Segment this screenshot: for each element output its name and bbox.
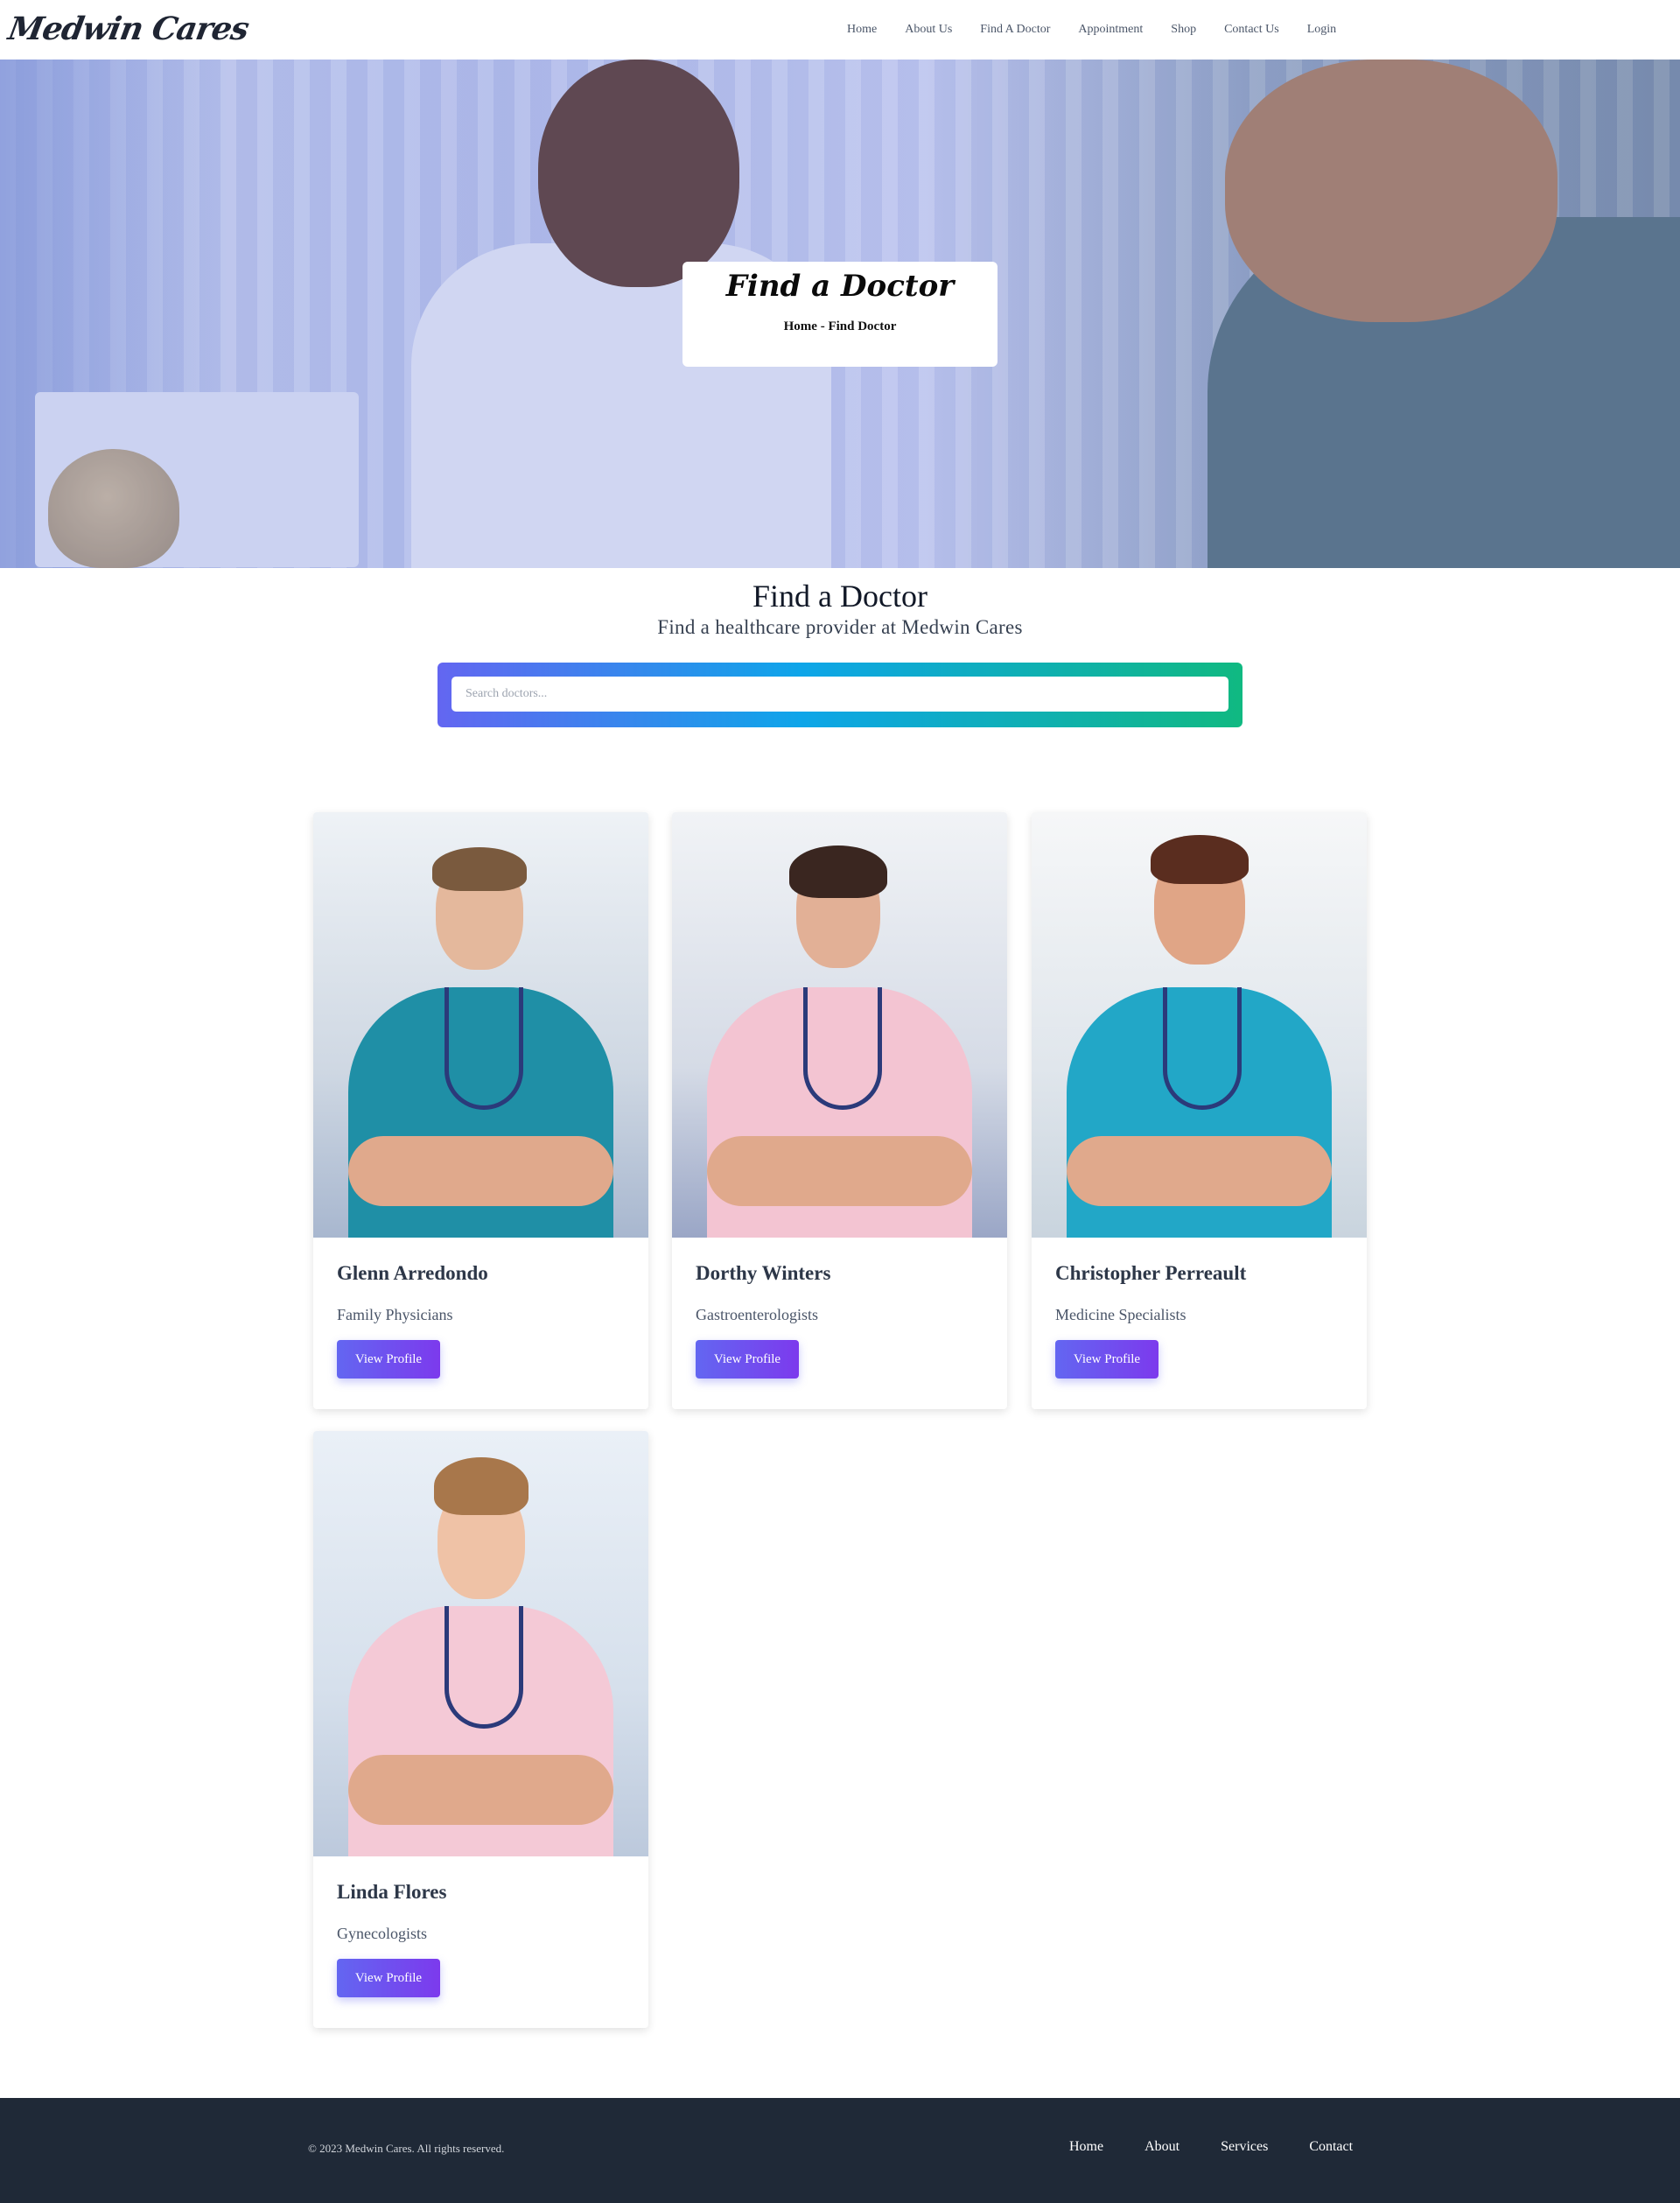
doctor-card: Glenn Arredondo Family Physicians View P… xyxy=(313,812,648,1409)
doctor-name: Glenn Arredondo xyxy=(337,1262,488,1284)
footer-nav: Home About Services Contact xyxy=(1069,2139,1394,2155)
hero-title-card: Find a Doctor Home - Find Doctor xyxy=(682,262,998,367)
doctor-name: Linda Flores xyxy=(337,1881,447,1903)
find-doctor-intro: Find a Doctor Find a healthcare provider… xyxy=(0,578,1680,639)
nav-find-doctor-link[interactable]: Find A Doctor xyxy=(980,23,1050,37)
doctor-card: Linda Flores Gynecologists View Profile xyxy=(313,1431,648,2028)
nav-shop-link[interactable]: Shop xyxy=(1171,23,1196,37)
doctor-specialty: Gastroenterologists xyxy=(696,1306,818,1323)
doctor-card: Dorthy Winters Gastroenterologists View … xyxy=(672,812,1007,1409)
doctor-specialty: Medicine Specialists xyxy=(1055,1306,1186,1323)
brand-logo[interactable]: Medwin Cares xyxy=(5,11,251,47)
hero-title: Find a Doctor xyxy=(725,269,955,304)
doctor-photo xyxy=(1032,812,1367,1238)
copyright-text: © 2023 Medwin Cares. All rights reserved… xyxy=(308,2142,505,2155)
site-footer: © 2023 Medwin Cares. All rights reserved… xyxy=(0,2098,1680,2203)
doctor-specialty: Gynecologists xyxy=(337,1925,427,1942)
page-title: Find a Doctor xyxy=(752,579,928,614)
nav-about-link[interactable]: About Us xyxy=(905,23,952,37)
view-profile-button[interactable]: View Profile xyxy=(696,1340,799,1379)
view-profile-button[interactable]: View Profile xyxy=(1055,1340,1158,1379)
doctor-photo xyxy=(672,812,1007,1238)
doctor-specialty: Family Physicians xyxy=(337,1306,453,1323)
breadcrumb: Home - Find Doctor xyxy=(783,319,897,333)
doctor-name: Dorthy Winters xyxy=(696,1262,831,1284)
hero-banner: Find a Doctor Home - Find Doctor xyxy=(0,60,1680,568)
doctor-name: Christopher Perreault xyxy=(1055,1262,1247,1284)
footer-about-link[interactable]: About xyxy=(1144,2139,1180,2155)
view-profile-button[interactable]: View Profile xyxy=(337,1340,440,1379)
nav-login-link[interactable]: Login xyxy=(1307,23,1336,37)
doctor-photo xyxy=(313,1431,648,1856)
nav-home-link[interactable]: Home xyxy=(847,23,877,37)
search-input[interactable] xyxy=(452,677,1228,712)
nav-appointment-link[interactable]: Appointment xyxy=(1078,23,1143,37)
main-nav: Home About Us Find A Doctor Appointment … xyxy=(847,0,1364,60)
nav-contact-link[interactable]: Contact Us xyxy=(1224,23,1279,37)
footer-home-link[interactable]: Home xyxy=(1069,2139,1103,2155)
footer-contact-link[interactable]: Contact xyxy=(1309,2139,1353,2155)
top-navbar: Medwin Cares Home About Us Find A Doctor… xyxy=(0,0,1680,60)
doctor-card: Christopher Perreault Medicine Specialis… xyxy=(1032,812,1367,1409)
footer-services-link[interactable]: Services xyxy=(1221,2139,1268,2155)
search-bar xyxy=(438,663,1242,727)
page-subtitle: Find a healthcare provider at Medwin Car… xyxy=(657,616,1023,638)
view-profile-button[interactable]: View Profile xyxy=(337,1959,440,1997)
doctor-photo xyxy=(313,812,648,1238)
